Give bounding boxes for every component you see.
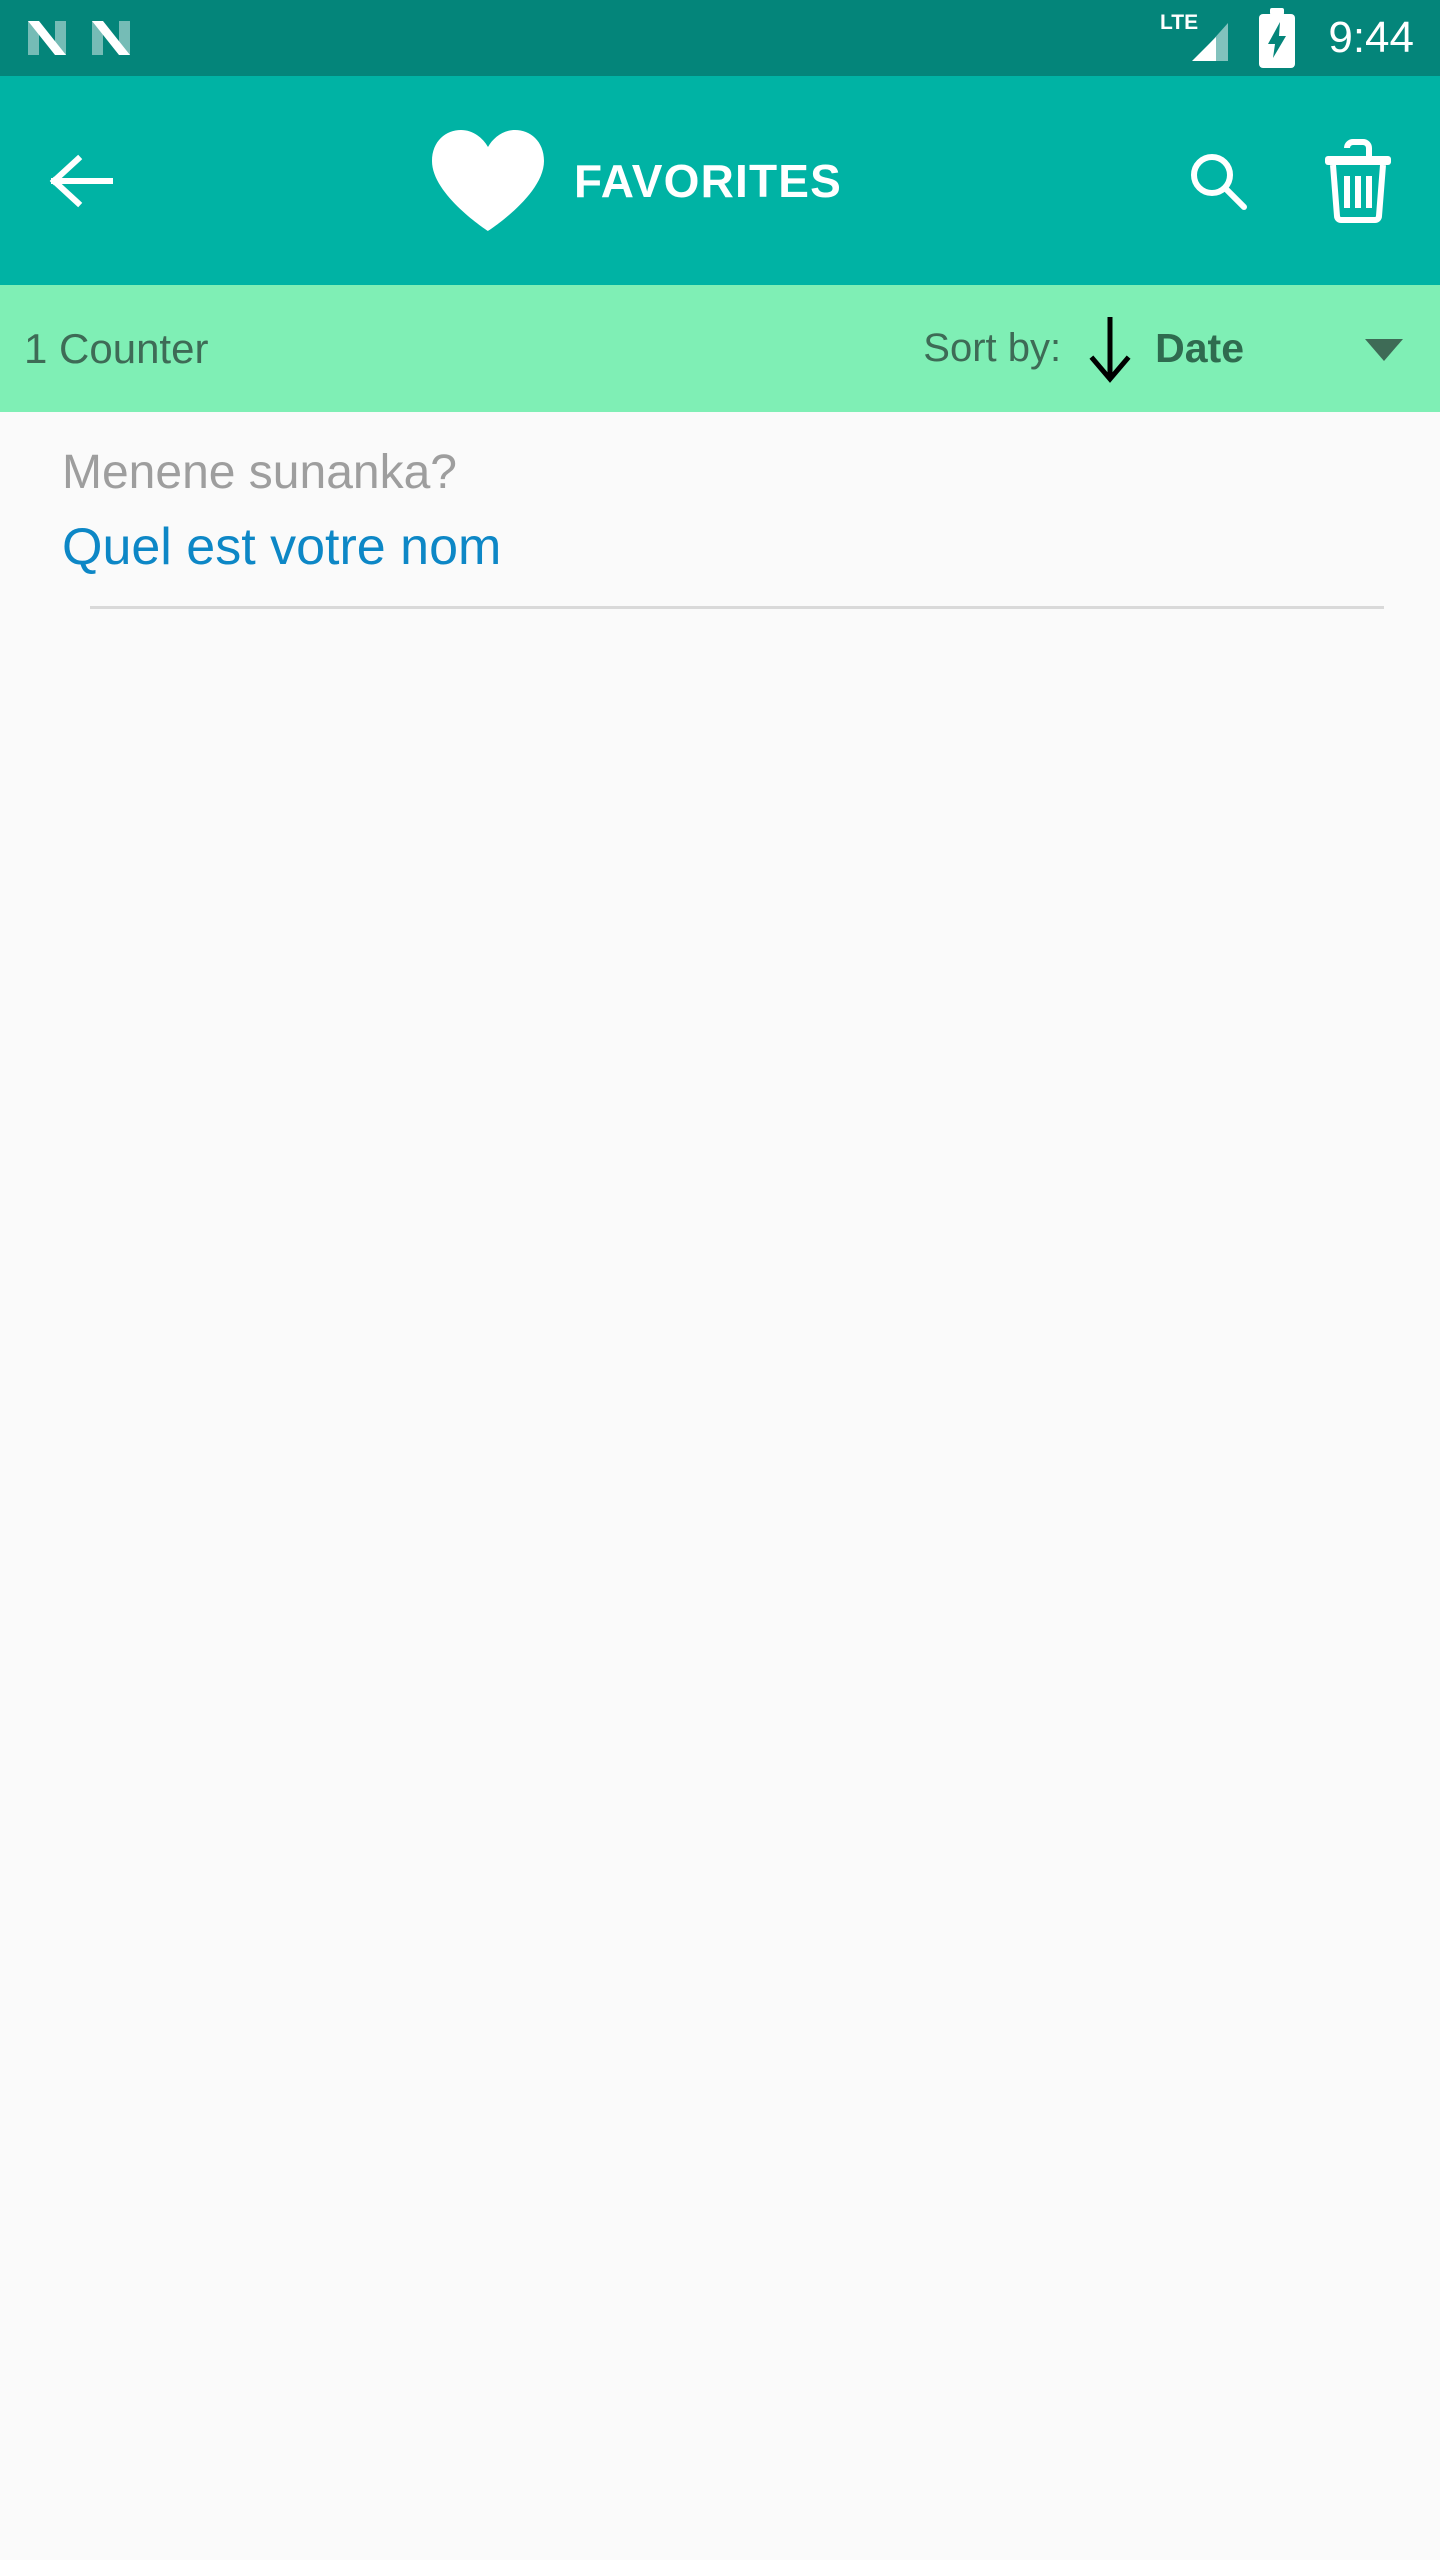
search-button[interactable] [1162, 125, 1274, 237]
signal-bars-icon: LTE [1160, 11, 1229, 61]
search-icon [1191, 153, 1247, 210]
list-empty-area [0, 638, 1440, 2560]
trash-icon [1325, 138, 1391, 223]
page-title: FAVORITES [573, 154, 843, 207]
favorites-list: Menene sunanka? Quel est votre nom [0, 412, 1440, 639]
delete-button[interactable] [1302, 125, 1414, 237]
nougat-n-icon [28, 21, 66, 55]
app-bar-title-group: FAVORITES [108, 127, 1162, 235]
status-bar-notifications [26, 15, 132, 61]
sort-value-label[interactable]: Date [1155, 325, 1244, 372]
sort-bar: 1 Counter Sort by: Date [0, 285, 1440, 412]
list-item[interactable]: Menene sunanka? Quel est votre nom [0, 412, 1440, 639]
app-screen: LTE 9:44 FAVORITES 1 Counter Sort by: Da… [0, 0, 1440, 2560]
sort-controls[interactable]: Sort by: Date [923, 311, 1406, 387]
network-type-label: LTE [1160, 11, 1198, 34]
heart-icon [431, 129, 544, 231]
app-bar-actions [1162, 125, 1414, 237]
sort-by-label: Sort by: [923, 326, 1062, 370]
status-bar-system-icons: LTE 9:44 [1158, 6, 1414, 70]
list-divider [90, 605, 1384, 609]
status-bar-clock: 9:44 [1328, 13, 1414, 62]
nougat-n-icon [92, 21, 130, 55]
arrow-down-icon[interactable] [1087, 311, 1133, 387]
app-bar: FAVORITES [0, 76, 1440, 285]
battery-charging-icon [1259, 8, 1296, 68]
status-bar: LTE 9:44 [0, 0, 1440, 76]
counter-label: 1 Counter [24, 324, 209, 372]
chevron-down-icon[interactable] [1362, 334, 1406, 364]
list-item-primary-text: Menene sunanka? [62, 446, 457, 499]
list-item-secondary-text: Quel est votre nom [62, 517, 502, 576]
